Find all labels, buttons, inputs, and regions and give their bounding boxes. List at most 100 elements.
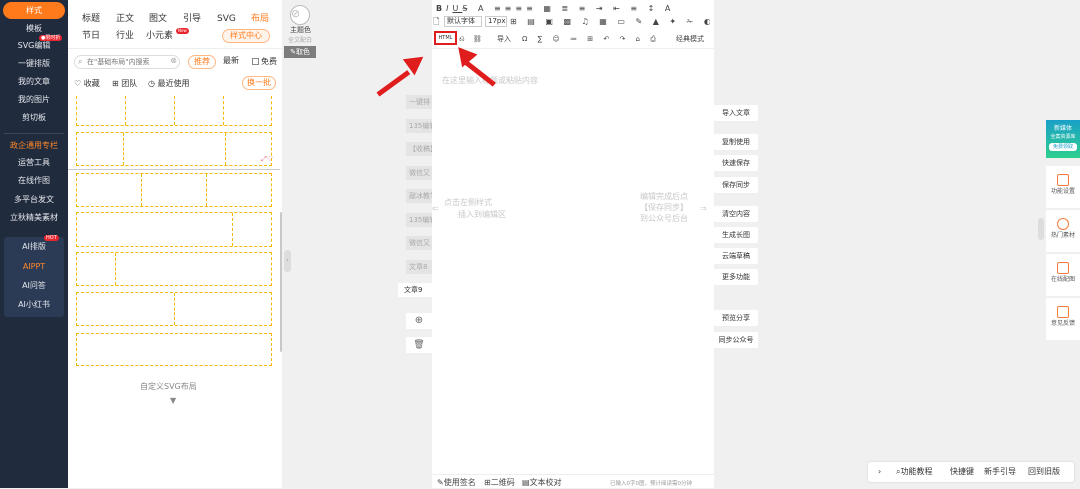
trash-icon[interactable]: 🗑 [406, 337, 432, 353]
style-center-button[interactable]: 样式中心 [222, 29, 270, 43]
save-sync-button[interactable]: 保存同步 [714, 177, 758, 193]
article-item-8[interactable]: 文章8 [406, 260, 432, 274]
toolbar-row-3b[interactable]: Ω ∑ ☺ ≔ ⊞ ↶ ↷ ⌂ ⎙ ⛶ [522, 34, 662, 44]
tutorial-link[interactable]: ⌕功能教程 [896, 462, 932, 482]
tab-industry[interactable]: 行业 [116, 31, 134, 42]
feedback-item[interactable]: 意见反馈 [1046, 298, 1080, 340]
html-source-button[interactable]: HTML [434, 31, 457, 45]
toolbar-row-2[interactable]: ⊞ ▤ ▣ ▩ ♫ ▦ ▭ ✎ ▲ ✦ ✁ ◐ ⊕ [510, 17, 710, 27]
search-icon: ⌕ [78, 57, 83, 66]
collapse-panel-handle[interactable]: ‹ [284, 250, 291, 272]
layout-template-1[interactable] [76, 96, 272, 126]
cloud-draft-button[interactable]: 云端草稿 [714, 248, 758, 264]
right-hint-line-1: 编辑完成后点 [640, 192, 688, 201]
hot-materials-item[interactable]: 热门素材 [1046, 210, 1080, 252]
nav-autumn-materials[interactable]: 立秋精美素材 [0, 213, 68, 223]
generate-long-image-button[interactable]: 生成长图 [714, 227, 758, 243]
mode-select[interactable]: 经典模式 [676, 34, 704, 44]
layout-template-7[interactable] [76, 333, 272, 366]
promo-banner[interactable]: 新媒体 全案资源库 免费领取 [1046, 120, 1080, 158]
search-box: ⌕ ⊗ [74, 55, 180, 69]
nav-ai-layout[interactable]: AI排版 [0, 242, 68, 252]
right-arrow-icon: ⇒ [700, 204, 707, 213]
article-item-4[interactable]: 微信又 [406, 166, 432, 180]
tab-image-text[interactable]: 图文 [149, 14, 167, 25]
article-item-2[interactable]: 135编辑 [406, 119, 432, 133]
favorite-tab[interactable]: ♡ 收藏 [74, 78, 100, 89]
recommend-button[interactable]: 推荐 [188, 55, 216, 69]
tab-svg[interactable]: SVG [217, 14, 236, 25]
custom-svg-layout[interactable]: 自定义SVG布局 [140, 381, 197, 392]
nav-svg-editor[interactable]: SVG编辑 [0, 41, 68, 51]
import-menu[interactable]: 导入 [497, 34, 511, 44]
layout-template-4[interactable] [76, 212, 272, 247]
layout-template-2[interactable]: ⤢♡ [76, 132, 273, 166]
preview-share-button[interactable]: 预览分享 [714, 310, 758, 326]
import-article-button[interactable]: 导入文章 [714, 105, 758, 121]
expand-sidebar-handle[interactable] [1038, 218, 1044, 240]
nav-ai-xiaohongshu[interactable]: AI小红书 [0, 300, 68, 310]
old-version-link[interactable]: 回到旧版 [1028, 462, 1060, 482]
qrcode-button[interactable]: ⊞二维码 [484, 478, 515, 488]
quick-save-button[interactable]: 快速保存 [714, 155, 758, 171]
right-hint-line-3: 到公众号后台 [640, 214, 688, 223]
nav-my-images[interactable]: 我的图片 [0, 95, 68, 105]
style-panel: 标题 正文 图文 引导 SVG 布局 节日 行业 小元素 New 样式中心 ⌕ … [68, 0, 283, 488]
expand-icon[interactable]: ⤢♡ [261, 155, 273, 164]
nav-online-drawing[interactable]: 在线作图 [0, 176, 68, 186]
nav-ai-qa[interactable]: AI问答 [0, 281, 68, 291]
sync-official-account-button[interactable]: 同步公众号 [714, 332, 758, 348]
tab-festival[interactable]: 节日 [82, 31, 100, 42]
search-input[interactable] [87, 56, 171, 68]
nav-gov-section[interactable]: 政企通用专栏 [0, 141, 68, 151]
signature-button[interactable]: ✎使用签名 [437, 478, 476, 488]
article-item-5[interactable]: 敲冰教学 [406, 189, 432, 203]
chevron-right-icon[interactable]: › [878, 462, 881, 482]
refresh-batch-button[interactable]: 换一批 [242, 76, 276, 90]
tab-guide[interactable]: 引导 [183, 14, 201, 25]
article-item-6[interactable]: 135编辑 [406, 213, 432, 227]
copy-use-button[interactable]: 复制使用 [714, 134, 758, 150]
more-functions-button[interactable]: 更多功能 [714, 269, 758, 285]
font-size-select[interactable]: 17px [485, 16, 507, 27]
article-item-3[interactable]: 【收稿】 [406, 142, 432, 156]
guide-link[interactable]: 新手引导 [984, 462, 1016, 482]
add-article-icon[interactable]: ⊕ [406, 313, 432, 329]
clear-icon[interactable]: ⊗ [170, 56, 177, 65]
pick-color-button[interactable]: ✎取色 [284, 46, 316, 58]
layout-template-6[interactable] [76, 292, 272, 326]
clear-content-button[interactable]: 清空内容 [714, 206, 758, 222]
font-family-select[interactable]: 默认字体 [444, 16, 482, 27]
team-tab[interactable]: ⊞ 团队 [112, 78, 137, 89]
limited-discount-badge: ●限时折 [39, 35, 63, 41]
article-actions: 导入文章 复制使用 快速保存 保存同步 清空内容 生成长图 云端草稿 更多功能 … [714, 0, 758, 488]
layout-template-3[interactable] [76, 173, 272, 207]
caret-down-icon[interactable]: ▼ [170, 395, 176, 406]
online-image-item[interactable]: 在线配图 [1046, 254, 1080, 296]
editor-footer: ✎使用签名 ⊞二维码 ▤文本校对 已输入0字0图，预计阅读需0分钟 [432, 474, 714, 488]
nav-ai-ppt[interactable]: AIPPT [0, 262, 68, 272]
toolbar-row-1[interactable]: BIUS̶ A ≡≡≡≡ ▦ ≣ ≡ ⇥ ⇤ ≡ ↕ A [436, 4, 712, 14]
tab-layout[interactable]: 布局 [251, 14, 269, 25]
nav-auto-layout[interactable]: 一键排版 [0, 59, 68, 69]
article-item-active[interactable]: 文章9 [398, 283, 432, 297]
nav-clipboard[interactable]: 剪切板 [0, 113, 68, 123]
nav-style-active[interactable]: 样式 [3, 2, 65, 19]
nav-multi-platform[interactable]: 多平台发文 [0, 195, 68, 205]
settings-item[interactable]: 功能设置 [1046, 166, 1080, 208]
file-icon[interactable]: 🗋 [433, 16, 439, 30]
proofread-button[interactable]: ▤文本校对 [522, 478, 562, 488]
article-item-7[interactable]: 微信又 [406, 236, 432, 250]
free-checkbox[interactable] [252, 58, 259, 65]
tab-small-elements[interactable]: 小元素 [146, 31, 173, 42]
article-item-1[interactable]: 一键排 [406, 95, 432, 109]
nav-ops-tools[interactable]: 运营工具 [0, 158, 68, 168]
tab-body[interactable]: 正文 [116, 14, 134, 25]
nav-my-articles[interactable]: 我的文章 [0, 77, 68, 87]
tab-title[interactable]: 标题 [82, 14, 100, 25]
latest-button[interactable]: 最新 [219, 55, 243, 69]
layout-template-5[interactable] [76, 252, 272, 286]
nav-template[interactable]: 模板 [0, 24, 68, 34]
shortcut-link[interactable]: 快捷键 [950, 462, 974, 482]
recent-tab[interactable]: ◷ 最近使用 [148, 78, 190, 89]
